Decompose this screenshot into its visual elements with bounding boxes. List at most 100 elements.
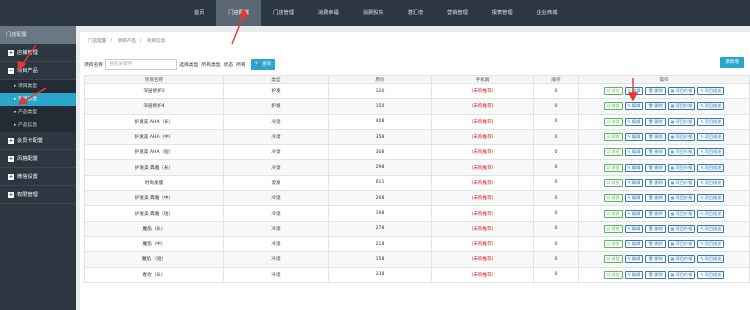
action-label: 编辑 xyxy=(631,179,641,185)
sidebar-item[interactable]: + 店铺管理 xyxy=(0,44,76,62)
action-label: 项目描述 xyxy=(704,103,722,109)
action-button[interactable]: ✎ 项目描述 xyxy=(697,133,725,142)
action-button[interactable]: 🗑 删除 xyxy=(645,178,666,187)
top-nav-item[interactable]: 门店管理 xyxy=(261,0,306,26)
action-button[interactable]: ☑ 浏览 xyxy=(603,87,623,96)
action-button[interactable]: ✎ 编辑 xyxy=(624,270,644,279)
action-button[interactable]: 🗑 删除 xyxy=(645,117,666,126)
action-button[interactable]: ✎ 项目描述 xyxy=(697,87,725,96)
action-button[interactable]: ✎ 编辑 xyxy=(624,178,644,187)
table-cell: (未购推荐) xyxy=(431,205,534,222)
top-nav-item[interactable]: 报表管理 xyxy=(480,0,525,26)
action-button[interactable]: 🗑 删除 xyxy=(645,209,666,218)
top-nav-item[interactable]: 企业商城 xyxy=(525,0,570,26)
project-table: 项目名称 类型 原价 手机端 顺序 操作 深层修护3 护发 120 (未购推荐) 0 ☑ 浏览 ✎ 编辑 🗑… xyxy=(84,75,750,283)
action-icon: 🗑 xyxy=(648,225,654,231)
action-button[interactable]: ✎ 编辑 xyxy=(624,117,644,126)
action-button[interactable]: ▦ 项目价格 xyxy=(667,194,696,203)
action-button[interactable]: ✎ 编辑 xyxy=(624,102,644,111)
action-button[interactable]: ☑ 浏览 xyxy=(603,117,623,126)
action-button[interactable]: ▦ 项目价格 xyxy=(667,148,696,157)
action-button[interactable]: ▦ 项目价格 xyxy=(667,102,696,111)
action-button[interactable]: ✎ 项目描述 xyxy=(697,117,725,126)
action-button[interactable]: ✎ 项目描述 xyxy=(697,163,725,172)
search-button[interactable]: 🔍 查询 xyxy=(250,59,276,70)
action-button[interactable]: ✎ 项目描述 xyxy=(697,240,725,249)
action-button[interactable]: ✎ 项目描述 xyxy=(697,270,725,279)
action-button[interactable]: ✎ 项目描述 xyxy=(697,224,725,233)
top-nav-item[interactable]: 营销管理 xyxy=(435,0,480,26)
action-button[interactable]: ▦ 项目价格 xyxy=(667,117,696,126)
action-button[interactable]: ✎ 编辑 xyxy=(624,133,644,142)
action-button[interactable]: ▦ 项目价格 xyxy=(667,240,696,249)
action-button[interactable]: ☑ 浏览 xyxy=(603,209,623,218)
action-button[interactable]: ✎ 项目描述 xyxy=(697,102,725,111)
top-nav-item[interactable]: 首页 xyxy=(182,0,216,26)
add-button[interactable]: 添新增 xyxy=(720,57,744,68)
top-nav-item[interactable]: 消费幸福 xyxy=(306,0,351,26)
action-button[interactable]: ✎ 编辑 xyxy=(624,194,644,203)
action-button[interactable]: ☑ 浏览 xyxy=(603,194,623,203)
action-button[interactable]: ▦ 项目价格 xyxy=(667,209,696,218)
action-button[interactable]: ▦ 项目价格 xyxy=(667,133,696,142)
action-button[interactable]: ✎ 编辑 xyxy=(624,209,644,218)
action-button[interactable]: ▦ 项目价格 xyxy=(667,224,696,233)
action-button[interactable]: 🗑 删除 xyxy=(645,163,666,172)
action-button[interactable]: ☑ 浏览 xyxy=(603,133,623,142)
sidebar-item[interactable]: + 风格配置 xyxy=(0,150,76,168)
sidebar-item[interactable]: + 权限管理 xyxy=(0,186,76,204)
action-button[interactable]: 🗑 删除 xyxy=(645,87,666,96)
action-button[interactable]: ✎ 编辑 xyxy=(624,224,644,233)
action-button[interactable]: 🗑 删除 xyxy=(645,194,666,203)
sidebar-item[interactable]: + 微信设置 xyxy=(0,168,76,186)
action-button[interactable]: ✎ 编辑 xyxy=(624,163,644,172)
sidebar-subitem[interactable]: ▸ 项目类型 xyxy=(0,80,76,93)
sidebar-subitem[interactable]: ▸ 产品类型 xyxy=(0,106,76,119)
top-nav-item[interactable]: 潜汇增 xyxy=(395,0,435,26)
action-button[interactable]: 🗑 删除 xyxy=(645,102,666,111)
action-button[interactable]: ✎ 项目描述 xyxy=(697,148,725,157)
action-button[interactable]: ▦ 项目价格 xyxy=(667,270,696,279)
action-button[interactable]: ✎ 项目描述 xyxy=(697,255,725,264)
table-cell: (未购推荐) xyxy=(431,98,534,115)
action-button[interactable]: ▦ 项目价格 xyxy=(667,87,696,96)
breadcrumb-item[interactable]: 项目产品 xyxy=(117,39,135,44)
action-button[interactable]: ☑ 浏览 xyxy=(603,270,623,279)
action-button[interactable]: 🗑 删除 xyxy=(645,255,666,264)
action-button[interactable]: ☑ 浏览 xyxy=(603,178,623,187)
action-button[interactable]: ☑ 浏览 xyxy=(603,255,623,264)
sidebar-subitem[interactable]: ▸ 项目信息 xyxy=(0,93,76,106)
sidebar-subitem[interactable]: ▸ 产品信息 xyxy=(0,119,76,132)
action-button[interactable]: ✎ 编辑 xyxy=(624,148,644,157)
action-icon: ▦ xyxy=(670,118,675,124)
search-input[interactable]: 搜索关键字 xyxy=(105,59,178,70)
sidebar-item[interactable]: + 会员卡配置 xyxy=(0,132,76,150)
action-button[interactable]: ☑ 浏览 xyxy=(603,102,623,111)
type-select[interactable]: 所有类型 xyxy=(201,61,220,68)
action-button[interactable]: ☑ 浏览 xyxy=(603,163,623,172)
action-button[interactable]: ✎ 编辑 xyxy=(624,255,644,264)
action-button[interactable]: ☑ 浏览 xyxy=(603,148,623,157)
action-button[interactable]: 🗑 删除 xyxy=(645,133,666,142)
sidebar-item[interactable]: − 项目产品 xyxy=(0,62,76,80)
action-button[interactable]: ▦ 项目价格 xyxy=(667,178,696,187)
action-button[interactable]: ✎ 编辑 xyxy=(624,240,644,249)
action-button[interactable]: 🗑 删除 xyxy=(645,270,666,279)
action-button[interactable]: 🗑 删除 xyxy=(645,240,666,249)
action-button[interactable]: ✎ 项目描述 xyxy=(697,209,725,218)
breadcrumb-item: 项目信息 xyxy=(146,39,166,44)
top-nav-item[interactable]: 门店配置 xyxy=(216,0,262,26)
action-button[interactable]: ▦ 项目价格 xyxy=(667,255,696,264)
action-button[interactable]: ☑ 浏览 xyxy=(603,240,623,249)
action-button[interactable]: ☑ 浏览 xyxy=(603,224,623,233)
action-button[interactable]: ✎ 项目描述 xyxy=(697,194,725,203)
action-button[interactable]: 🗑 删除 xyxy=(645,224,666,233)
action-button[interactable]: ▦ 项目价格 xyxy=(667,163,696,172)
action-label: 浏览 xyxy=(611,88,620,94)
action-button[interactable]: 🗑 删除 xyxy=(645,148,666,157)
action-button[interactable]: ✎ 项目描述 xyxy=(697,178,725,187)
status-select[interactable]: 所有 xyxy=(236,61,246,68)
action-button[interactable]: ✎ 编辑 xyxy=(624,87,644,96)
top-nav-item[interactable]: 消费股东 xyxy=(351,0,396,26)
breadcrumb-item[interactable]: 门店配置 xyxy=(88,39,106,44)
